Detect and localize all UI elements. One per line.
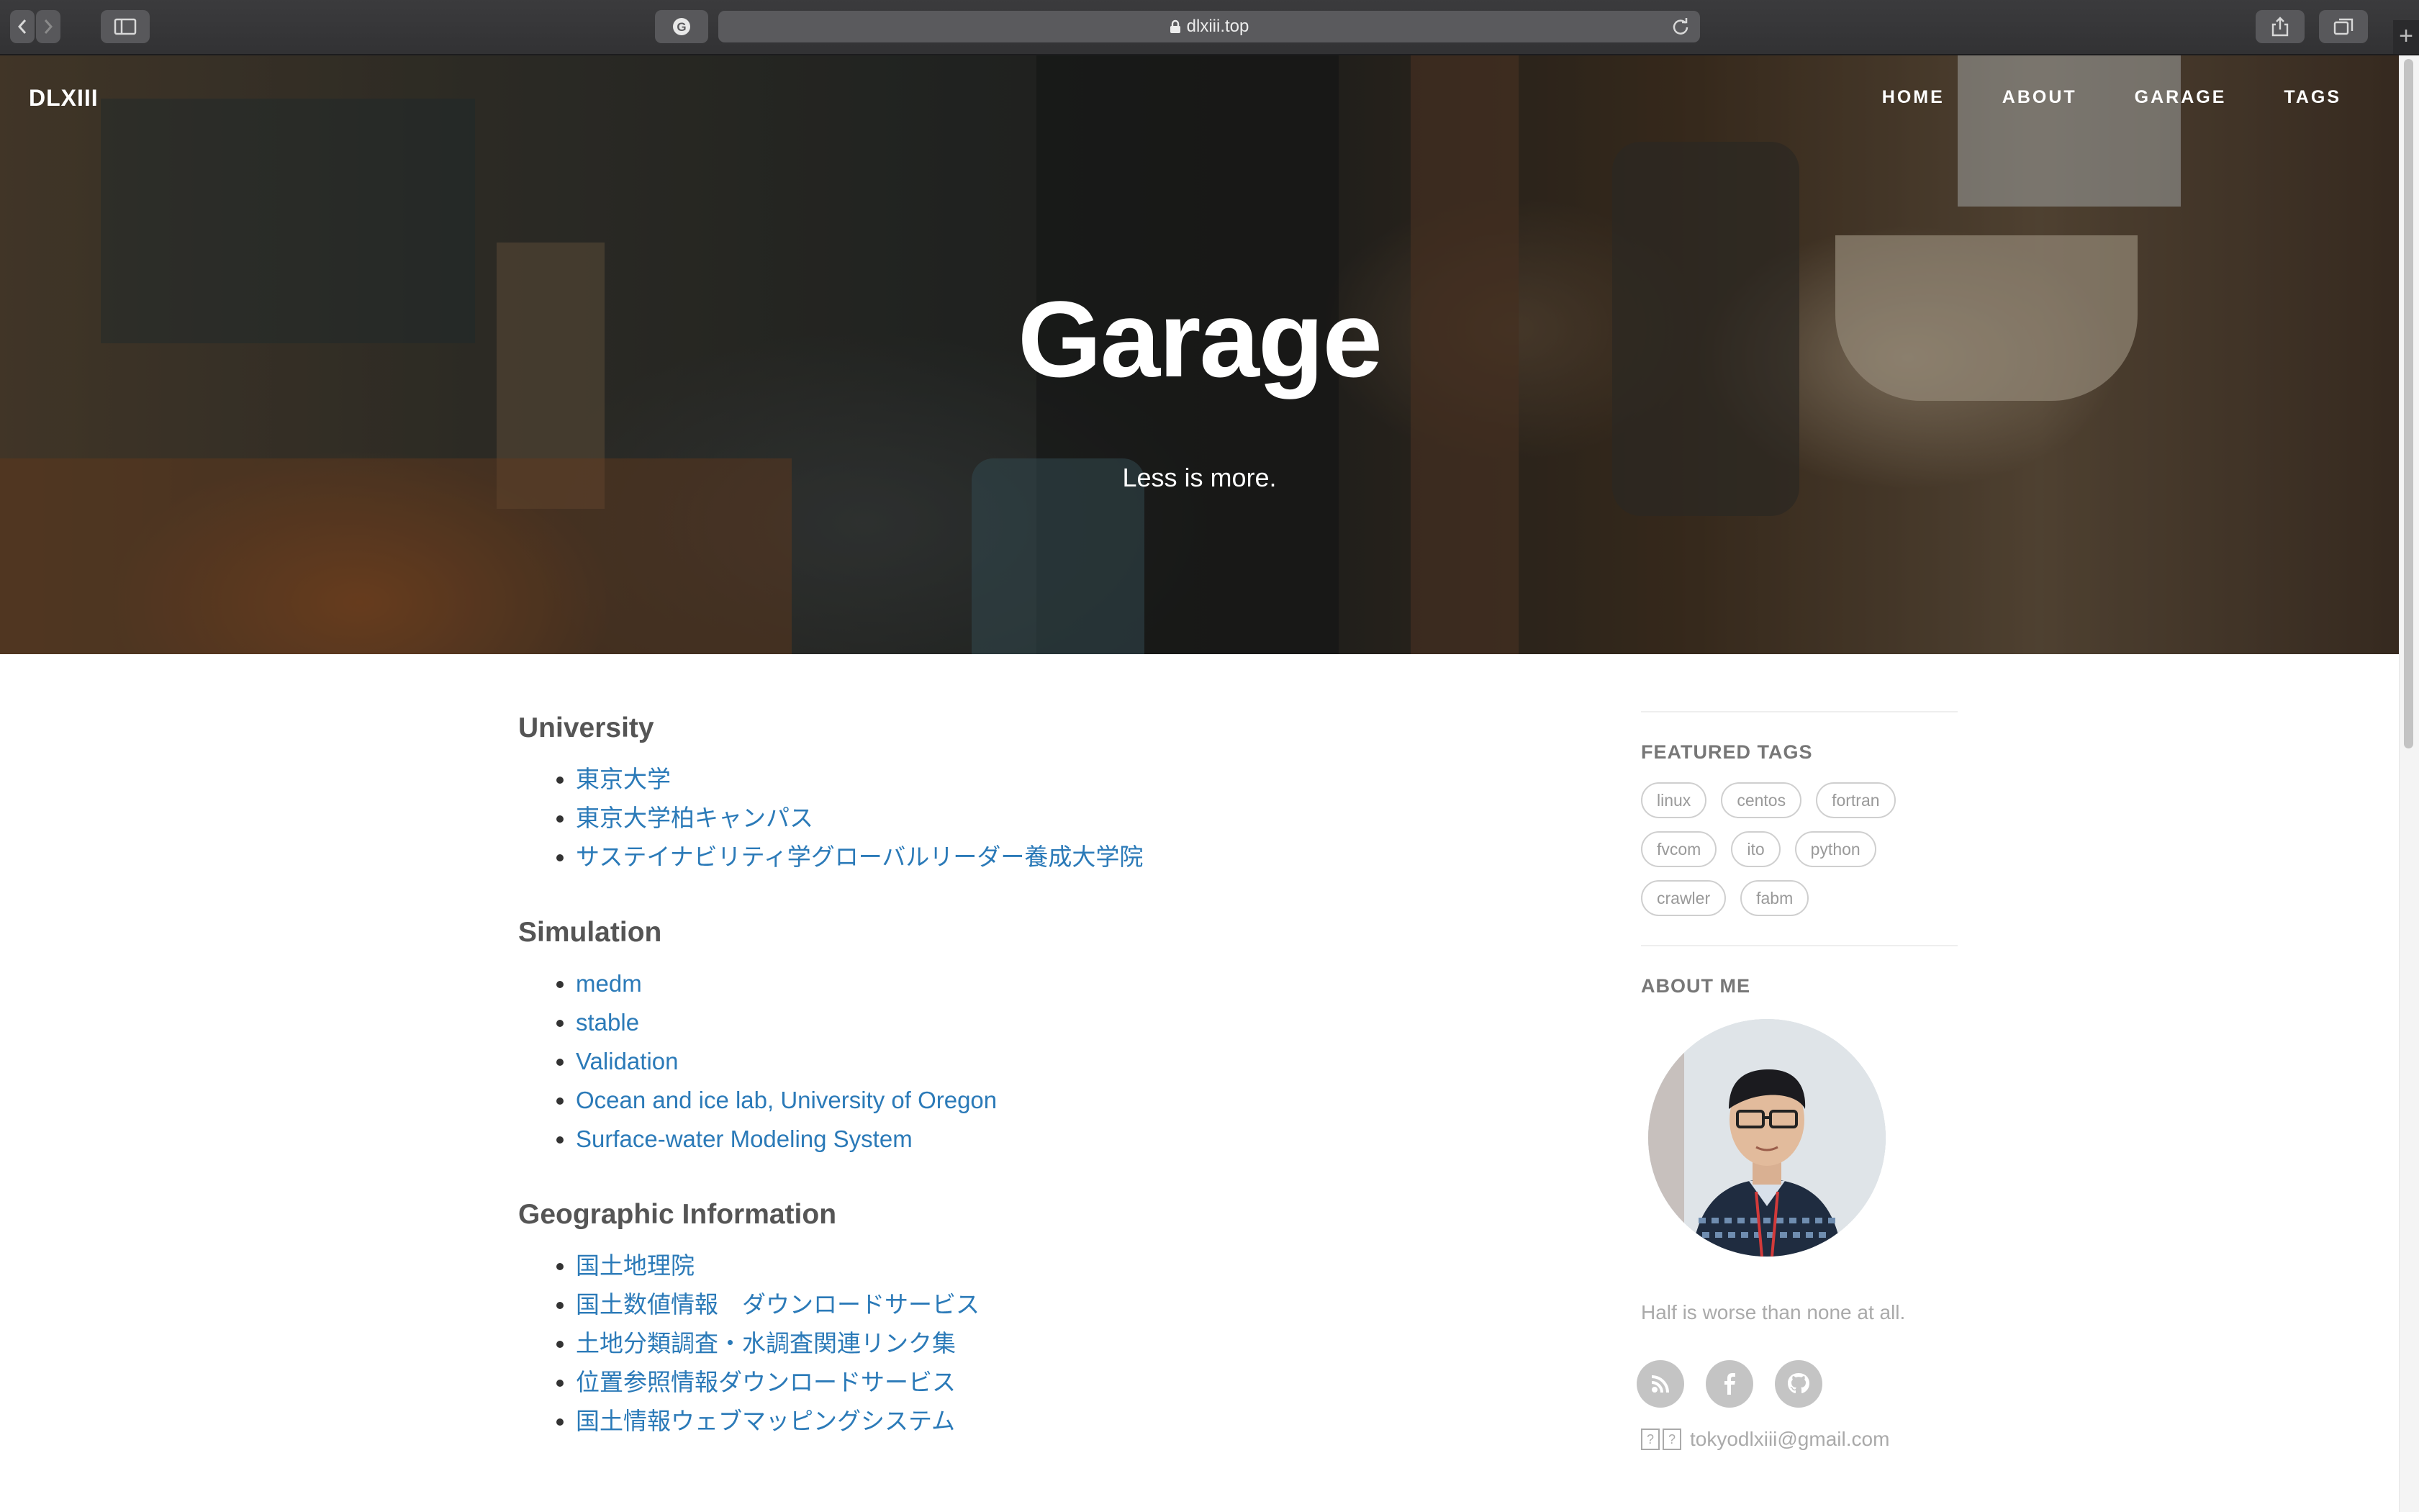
page-title: Garage	[1018, 279, 1383, 399]
tabs-overview-button[interactable]	[2319, 10, 2368, 43]
contact-email[interactable]: ? ? tokyodlxiii@gmail.com	[1641, 1428, 1958, 1451]
share-icon	[2271, 17, 2289, 37]
nav-home[interactable]: HOME	[1882, 87, 1945, 108]
svg-text:G: G	[677, 20, 686, 34]
list-item: stable	[576, 1003, 1454, 1042]
tag-ito[interactable]: ito	[1731, 831, 1781, 867]
list-item: 東京大学柏キャンパス	[576, 799, 1454, 838]
nav-about[interactable]: ABOUT	[2002, 87, 2077, 108]
section-title: Geographic Information	[518, 1199, 837, 1230]
list-item: 土地分類調査・水調査関連リンク集	[576, 1324, 1454, 1363]
tag-python[interactable]: python	[1794, 831, 1876, 867]
link[interactable]: 位置参照情報ダウンロードサービス	[576, 1369, 956, 1395]
email-glyph-box: ?	[1663, 1429, 1681, 1450]
site-brand-link[interactable]: DLXIII	[29, 85, 99, 112]
list-item: medm	[576, 964, 1454, 1003]
divider	[1641, 945, 1958, 946]
link[interactable]: Surface-water Modeling System	[576, 1126, 913, 1152]
link[interactable]: 東京大学	[576, 766, 671, 792]
tag-cloud: linux centos fortran fvcom ito python cr…	[1641, 782, 1958, 916]
address-bar[interactable]: dlxiii.top	[718, 11, 1700, 42]
nav-tags[interactable]: TAGS	[2284, 87, 2341, 108]
sidebar: FEATURED TAGS linux centos fortran fvcom…	[1637, 711, 1958, 1451]
url-text: dlxiii.top	[1186, 17, 1249, 36]
link-collections: University 東京大学 東京大学柏キャンパス サステイナビリティ学グロー…	[518, 712, 1454, 1481]
sidebar-icon	[114, 18, 137, 35]
section-title: University	[518, 712, 654, 743]
tag-centos[interactable]: centos	[1721, 782, 1802, 818]
extension-button[interactable]: G	[655, 10, 708, 43]
tag-fabm[interactable]: fabm	[1740, 880, 1809, 916]
tag-crawler[interactable]: crawler	[1641, 880, 1727, 916]
list-item: サステイナビリティ学グローバルリーダー養成大学院	[576, 838, 1454, 877]
link[interactable]: 国土情報ウェブマッピングシステム	[576, 1408, 955, 1434]
link[interactable]: 国土地理院	[576, 1252, 695, 1279]
person-portrait-icon	[1648, 1019, 1886, 1257]
section-simulation: Simulation medm stable Validation Ocean …	[518, 917, 1454, 1159]
list-item: Validation	[576, 1042, 1454, 1081]
link[interactable]: サステイナビリティ学グローバルリーダー養成大学院	[576, 843, 1143, 870]
grammarly-icon: G	[673, 18, 690, 35]
link-list: 東京大学 東京大学柏キャンパス サステイナビリティ学グローバルリーダー養成大学院	[518, 760, 1454, 877]
link[interactable]: Ocean and ice lab, University of Oregon	[576, 1087, 997, 1113]
tag-linux[interactable]: linux	[1641, 782, 1707, 818]
plus-icon: +	[2399, 22, 2413, 50]
link[interactable]: stable	[576, 1009, 639, 1036]
github-link[interactable]	[1775, 1360, 1822, 1408]
about-me-title: ABOUT ME	[1641, 975, 1750, 997]
link-list: medm stable Validation Ocean and ice lab…	[518, 964, 1454, 1159]
facebook-icon	[1724, 1373, 1735, 1395]
link-list: 国土地理院 国土数値情報 ダウンロードサービス 土地分類調査・水調査関連リンク集…	[518, 1246, 1454, 1441]
section-title: Simulation	[518, 917, 662, 948]
list-item: 位置参照情報ダウンロードサービス	[576, 1363, 1454, 1402]
lock-icon	[1170, 19, 1180, 33]
sidebar-toggle-button[interactable]	[101, 10, 150, 43]
divider	[1641, 711, 1958, 712]
facebook-link[interactable]	[1706, 1360, 1753, 1408]
social-links	[1637, 1360, 1958, 1408]
section-university: University 東京大学 東京大学柏キャンパス サステイナビリティ学グロー…	[518, 712, 1454, 877]
forward-button[interactable]	[36, 10, 60, 43]
new-tab-button[interactable]: +	[2393, 20, 2419, 54]
github-icon	[1788, 1373, 1809, 1393]
email-address: tokyodlxiii@gmail.com	[1690, 1428, 1890, 1450]
tabs-icon	[2333, 18, 2354, 35]
reload-icon[interactable]	[1671, 17, 1690, 36]
top-navigation: HOME ABOUT GARAGE TAGS	[1825, 87, 2341, 108]
chevron-right-icon	[44, 19, 53, 34]
chevron-left-icon	[17, 19, 27, 34]
list-item: 国土数値情報 ダウンロードサービス	[576, 1285, 1454, 1324]
list-item: 国土情報ウェブマッピングシステム	[576, 1402, 1454, 1441]
scrollbar-thumb[interactable]	[2404, 59, 2413, 748]
list-item: Surface-water Modeling System	[576, 1120, 1454, 1159]
nav-garage[interactable]: GARAGE	[2135, 87, 2227, 108]
featured-tags-title: FEATURED TAGS	[1641, 741, 1813, 763]
share-button[interactable]	[2256, 10, 2305, 43]
list-item: 東京大学	[576, 760, 1454, 799]
page-subtitle: Less is more.	[1122, 463, 1277, 492]
tag-fvcom[interactable]: fvcom	[1641, 831, 1717, 867]
email-glyph-box: ?	[1641, 1429, 1660, 1450]
rss-link[interactable]	[1637, 1360, 1684, 1408]
rss-icon	[1651, 1375, 1669, 1393]
link[interactable]: 土地分類調査・水調査関連リンク集	[576, 1330, 956, 1357]
link[interactable]: medm	[576, 970, 642, 997]
back-button[interactable]	[10, 10, 35, 43]
section-geographic-information: Geographic Information 国土地理院 国土数値情報 ダウンロ…	[518, 1199, 1454, 1441]
hero-banner: DLXIII HOME ABOUT GARAGE TAGS Garage Les…	[0, 55, 2399, 654]
about-motto: Half is worse than none at all.	[1641, 1301, 1906, 1323]
link[interactable]: 東京大学柏キャンパス	[576, 805, 813, 831]
avatar	[1648, 1019, 1886, 1257]
list-item: Ocean and ice lab, University of Oregon	[576, 1081, 1454, 1120]
tag-fortran[interactable]: fortran	[1816, 782, 1896, 818]
link[interactable]: 国土数値情報 ダウンロードサービス	[576, 1291, 980, 1318]
browser-toolbar: G dlxiii.top +	[0, 0, 2419, 55]
link[interactable]: Validation	[576, 1048, 679, 1074]
list-item: 国土地理院	[576, 1246, 1454, 1285]
